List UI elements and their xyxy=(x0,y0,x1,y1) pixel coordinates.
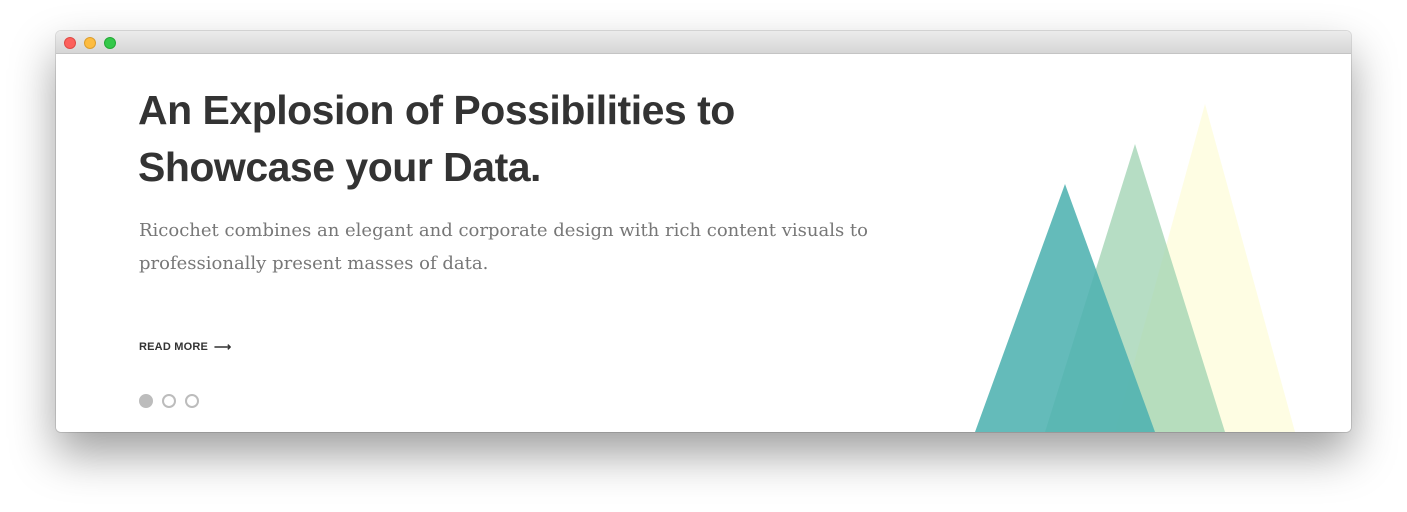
slide-dot-3[interactable] xyxy=(185,394,199,408)
slider-pagination xyxy=(139,394,208,408)
hero-section: An Explosion of Possibilities to Showcas… xyxy=(56,54,1351,432)
hero-description: Ricochet combines an elegant and corpora… xyxy=(139,214,919,280)
read-more-link[interactable]: READ MORE ⟶ xyxy=(139,340,231,354)
slide-dot-1[interactable] xyxy=(139,394,153,408)
page-title: An Explosion of Possibilities to Showcas… xyxy=(138,82,858,196)
headline-line-2: Showcase your Data. xyxy=(138,144,541,190)
read-more-label: READ MORE xyxy=(139,341,209,353)
minimize-window-button[interactable] xyxy=(84,37,96,49)
close-window-button[interactable] xyxy=(64,37,76,49)
description-line-2: professionally present masses of data. xyxy=(139,253,489,274)
maximize-window-button[interactable] xyxy=(104,37,116,49)
browser-window: An Explosion of Possibilities to Showcas… xyxy=(56,31,1351,432)
window-titlebar xyxy=(56,31,1351,54)
slide-dot-2[interactable] xyxy=(162,394,176,408)
headline-line-1: An Explosion of Possibilities to xyxy=(138,87,735,133)
description-line-1: Ricochet combines an elegant and corpora… xyxy=(139,220,868,241)
arrow-right-icon: ⟶ xyxy=(214,340,232,354)
